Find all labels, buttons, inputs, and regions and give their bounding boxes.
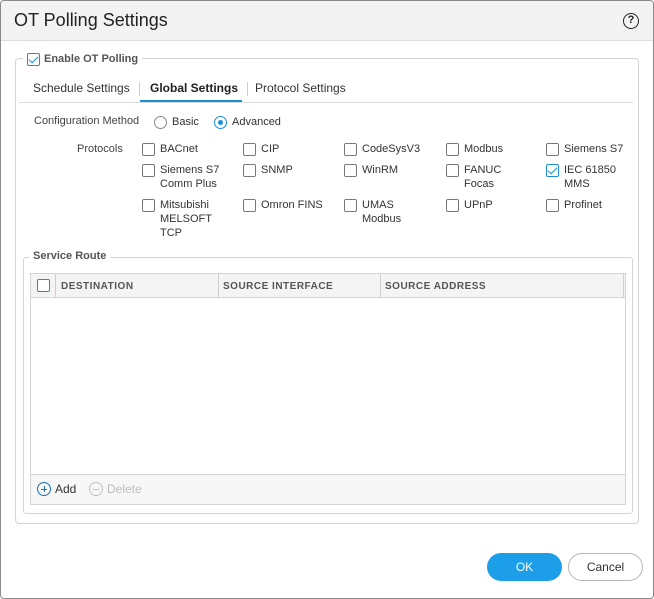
protocol-modbus[interactable]: Modbus <box>446 142 503 156</box>
protocol-checkbox[interactable] <box>546 143 559 156</box>
tab-bar: Schedule Settings Global Settings Protoc… <box>19 77 633 103</box>
dialog-title: OT Polling Settings <box>14 10 168 30</box>
column-separator <box>218 274 219 298</box>
protocol-checkbox[interactable] <box>243 143 256 156</box>
column-separator <box>623 274 624 298</box>
column-source-interface[interactable]: SOURCE INTERFACE <box>223 281 333 292</box>
ok-button[interactable]: OK <box>487 553 562 581</box>
title-bar: OT Polling Settings ? <box>1 1 653 41</box>
advanced-radio-label[interactable]: Advanced <box>232 116 281 128</box>
protocol-label: Profinet <box>564 199 602 211</box>
protocol-checkbox[interactable] <box>243 199 256 212</box>
select-all-checkbox[interactable] <box>37 279 50 292</box>
add-icon <box>37 482 51 496</box>
protocol-label: UPnP <box>464 199 493 211</box>
cancel-button[interactable]: Cancel <box>568 553 643 581</box>
protocol-label: SNMP <box>261 164 293 176</box>
protocol-checkbox[interactable] <box>546 164 559 177</box>
ot-polling-settings-dialog: OT Polling Settings ? Enable OT Polling … <box>0 0 654 599</box>
protocol-siemens-s7[interactable]: Siemens S7 <box>546 142 623 156</box>
protocol-checkbox[interactable] <box>344 143 357 156</box>
add-button[interactable]: Add <box>37 482 76 496</box>
protocol-checkbox[interactable] <box>446 164 459 177</box>
tab-separator <box>139 82 140 96</box>
protocol-iec-61850-mms[interactable]: IEC 61850 MMS <box>546 163 616 191</box>
delete-icon <box>89 482 103 496</box>
protocol-label: FANUC Focas <box>464 164 502 190</box>
service-route-table: DESTINATION SOURCE INTERFACE SOURCE ADDR… <box>30 273 626 505</box>
protocol-label: Siemens S7 Comm Plus <box>160 164 220 190</box>
protocol-checkbox[interactable] <box>142 199 155 212</box>
help-icon[interactable]: ? <box>623 13 639 29</box>
tab-separator <box>247 82 248 96</box>
protocol-siemens-s7-comm-plus[interactable]: Siemens S7 Comm Plus <box>142 163 219 191</box>
advanced-radio[interactable] <box>214 116 227 129</box>
protocol-winrm[interactable]: WinRM <box>344 163 398 177</box>
protocol-checkbox[interactable] <box>546 199 559 212</box>
protocol-umas-modbus[interactable]: UMAS Modbus <box>344 198 401 226</box>
protocol-label: CodeSysV3 <box>362 143 421 155</box>
column-source-address[interactable]: SOURCE ADDRESS <box>385 281 486 292</box>
protocol-label: BACnet <box>160 143 198 155</box>
configuration-method-label: Configuration Method <box>34 115 140 127</box>
protocol-label: Mitsubishi MELSOFT TCP <box>160 199 212 239</box>
protocol-label: Omron FINS <box>261 199 323 211</box>
protocol-fanuc-focas[interactable]: FANUC Focas <box>446 163 501 191</box>
protocol-label: CIP <box>261 143 280 155</box>
service-route-label: Service Route <box>29 250 111 262</box>
tab-protocol-settings[interactable]: Protocol Settings <box>255 81 346 95</box>
protocol-label: WinRM <box>362 164 399 176</box>
basic-radio[interactable] <box>154 116 167 129</box>
protocol-checkbox[interactable] <box>446 199 459 212</box>
protocol-checkbox[interactable] <box>446 143 459 156</box>
protocols-label: Protocols <box>77 143 123 155</box>
active-tab-indicator <box>140 100 242 102</box>
protocol-omron-fins[interactable]: Omron FINS <box>243 198 323 212</box>
protocol-snmp[interactable]: SNMP <box>243 163 293 177</box>
protocol-bacnet[interactable]: BACnet <box>142 142 198 156</box>
enable-ot-polling[interactable]: Enable OT Polling <box>23 51 143 67</box>
table-header: DESTINATION SOURCE INTERFACE SOURCE ADDR… <box>31 274 625 298</box>
protocol-profinet[interactable]: Profinet <box>546 198 602 212</box>
column-destination[interactable]: DESTINATION <box>61 281 134 292</box>
add-label: Add <box>55 482 77 496</box>
protocol-label: Siemens S7 <box>564 143 624 155</box>
tab-schedule-settings[interactable]: Schedule Settings <box>33 81 130 95</box>
protocol-mitsubishi-melsoft-tcp[interactable]: Mitsubishi MELSOFT TCP <box>142 198 212 240</box>
protocol-checkbox[interactable] <box>344 199 357 212</box>
enable-ot-polling-checkbox[interactable] <box>27 52 40 66</box>
column-separator <box>55 274 56 298</box>
protocol-label: IEC 61850 MMS <box>564 164 616 190</box>
protocol-codesysv3[interactable]: CodeSysV3 <box>344 142 420 156</box>
protocol-upnp[interactable]: UPnP <box>446 198 493 212</box>
protocol-label: UMAS Modbus <box>362 199 402 225</box>
basic-radio-label[interactable]: Basic <box>172 116 199 128</box>
protocol-cip[interactable]: CIP <box>243 142 279 156</box>
delete-button[interactable]: Delete <box>89 482 142 496</box>
tab-global-settings[interactable]: Global Settings <box>150 81 238 95</box>
protocol-checkbox[interactable] <box>344 164 357 177</box>
protocol-label: Modbus <box>464 143 504 155</box>
protocol-checkbox[interactable] <box>142 164 155 177</box>
column-separator <box>380 274 381 298</box>
enable-ot-polling-label: Enable OT Polling <box>44 53 139 65</box>
protocol-checkbox[interactable] <box>243 164 256 177</box>
table-footer: Add Delete <box>31 474 625 504</box>
delete-label: Delete <box>107 482 142 496</box>
protocol-checkbox[interactable] <box>142 143 155 156</box>
